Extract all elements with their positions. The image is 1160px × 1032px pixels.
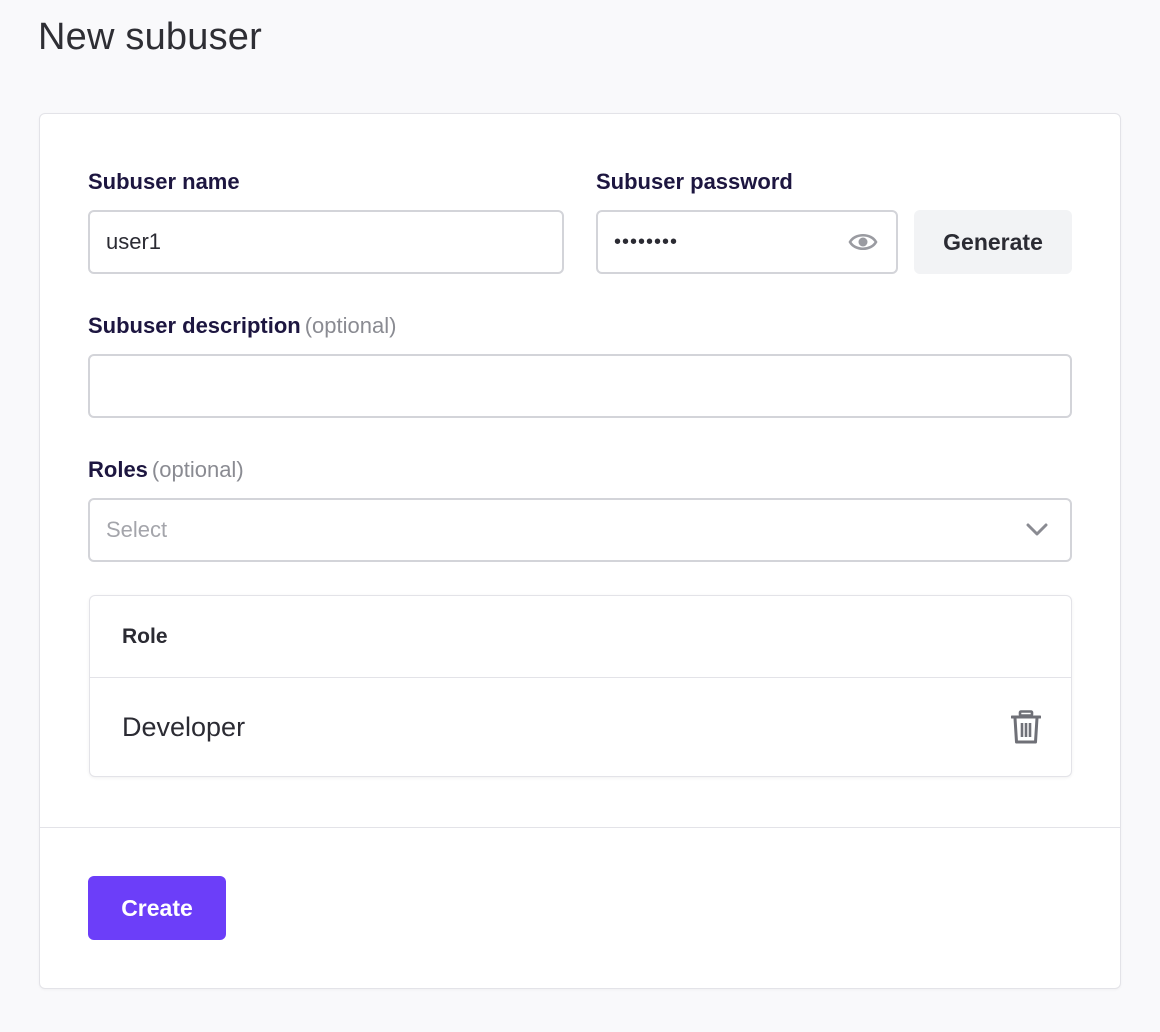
role-column-header: Role xyxy=(122,624,168,648)
roles-label: Roles (optional) xyxy=(88,457,244,482)
role-name: Developer xyxy=(122,711,246,742)
subuser-description-input[interactable] xyxy=(88,354,1072,418)
subuser-name-input[interactable]: user1 xyxy=(88,210,564,274)
subuser-name-label: Subuser name xyxy=(88,169,240,194)
eye-icon[interactable] xyxy=(848,231,878,253)
roles-select-placeholder: Select xyxy=(106,517,168,542)
subuser-description-label: Subuser description (optional) xyxy=(88,313,397,338)
roles-table: Role Developer xyxy=(89,595,1072,777)
new-subuser-form-card: Subuser name user1 Subuser password ••••… xyxy=(39,113,1121,989)
subuser-password-value: •••••••• xyxy=(614,230,679,253)
table-row: Developer xyxy=(90,678,1071,776)
trash-icon[interactable] xyxy=(1011,710,1041,744)
optional-hint: (optional) xyxy=(304,313,397,338)
subuser-name-value: user1 xyxy=(106,229,162,254)
chevron-down-icon xyxy=(1026,523,1048,536)
roles-select[interactable]: Select xyxy=(88,498,1072,562)
page-title: New subuser xyxy=(38,16,262,58)
subuser-password-input[interactable]: •••••••• xyxy=(596,210,898,274)
optional-hint: (optional) xyxy=(151,457,244,482)
subuser-password-label: Subuser password xyxy=(596,169,793,194)
footer-divider xyxy=(40,827,1120,828)
roles-table-header: Role xyxy=(90,596,1071,678)
generate-password-button[interactable]: Generate xyxy=(914,210,1072,274)
create-button[interactable]: Create xyxy=(88,876,226,940)
